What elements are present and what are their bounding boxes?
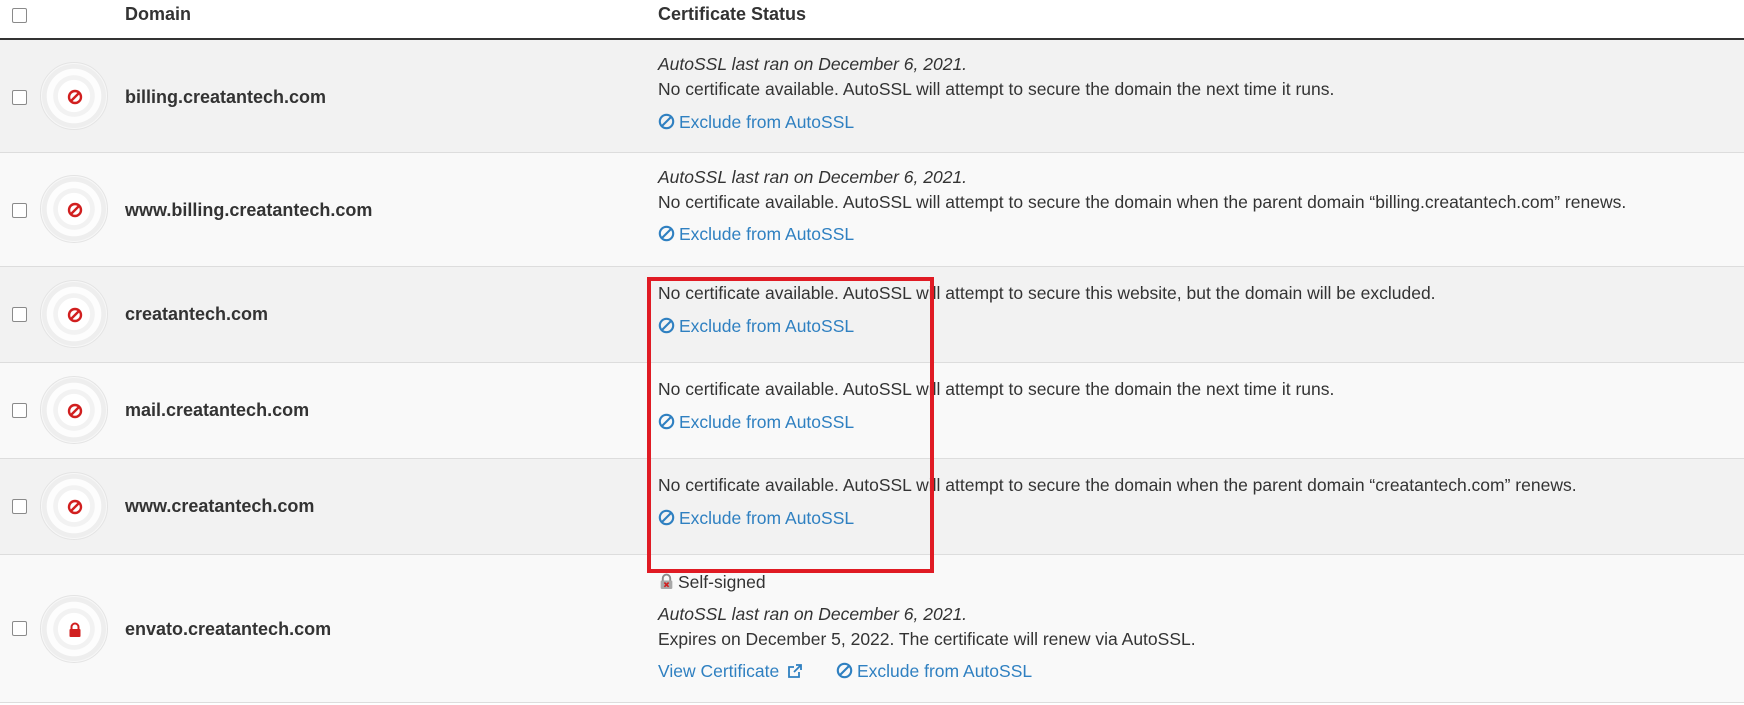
- autossl-last-ran: AutoSSL last ran on December 6, 2021.: [658, 167, 968, 187]
- certificate-message: Expires on December 5, 2022. The certifi…: [658, 629, 1196, 649]
- exclude-from-autossl-link[interactable]: Exclude from AutoSSL: [836, 661, 1032, 682]
- no-entry-icon: [67, 89, 83, 105]
- table-header: Domain Certificate Status: [0, 0, 1744, 40]
- exclude-icon: [658, 225, 675, 242]
- row-checkbox[interactable]: [12, 307, 27, 322]
- status-indicator: [40, 62, 108, 130]
- exclude-icon: [658, 113, 675, 130]
- row-checkbox[interactable]: [12, 90, 27, 105]
- domain-name: billing.creatantech.com: [125, 87, 327, 107]
- certificate-type-label: Self-signed: [678, 572, 766, 592]
- status-indicator: [40, 376, 108, 444]
- certificate-message: No certificate available. AutoSSL will a…: [658, 192, 1627, 212]
- autossl-last-ran: AutoSSL last ran on December 6, 2021.: [658, 54, 968, 74]
- domain-name: www.billing.creatantech.com: [125, 200, 373, 220]
- no-entry-icon: [67, 307, 83, 323]
- view-certificate-link[interactable]: View Certificate: [658, 661, 803, 682]
- exclude-link-label: Exclude from AutoSSL: [857, 661, 1033, 681]
- external-link-icon: [788, 664, 803, 678]
- domain-name: www.creatantech.com: [125, 496, 315, 516]
- highlight-annotation-box: [647, 277, 934, 573]
- status-indicator: [40, 175, 108, 243]
- row-checkbox[interactable]: [12, 203, 27, 218]
- exclude-link-label: Exclude from AutoSSL: [679, 112, 855, 132]
- table-row: billing.creatantech.com AutoSSL last ran…: [0, 40, 1744, 153]
- no-entry-icon: [67, 403, 83, 419]
- table-row: www.billing.creatantech.com AutoSSL last…: [0, 153, 1744, 267]
- row-checkbox[interactable]: [12, 621, 27, 636]
- certificate-message: No certificate available. AutoSSL will a…: [658, 79, 1335, 99]
- status-indicator: [40, 595, 108, 663]
- status-indicator: [40, 472, 108, 540]
- domain-name: mail.creatantech.com: [125, 400, 310, 420]
- lock-icon: [69, 622, 81, 637]
- domain-name: creatantech.com: [125, 304, 269, 324]
- no-entry-icon: [67, 202, 83, 218]
- autossl-last-ran: AutoSSL last ran on December 6, 2021.: [658, 604, 968, 624]
- self-signed-lock-icon: [660, 573, 673, 589]
- domain-name: envato.creatantech.com: [125, 619, 332, 639]
- table-row: envato.creatantech.com Self-signed AutoS…: [0, 555, 1744, 703]
- certificate-status-column-header[interactable]: Certificate Status: [658, 4, 806, 25]
- exclude-icon: [836, 662, 853, 679]
- view-certificate-label: View Certificate: [658, 661, 780, 681]
- row-checkbox[interactable]: [12, 403, 27, 418]
- domain-column-header[interactable]: Domain: [125, 4, 191, 25]
- exclude-from-autossl-link[interactable]: Exclude from AutoSSL: [658, 112, 854, 133]
- row-checkbox[interactable]: [12, 499, 27, 514]
- status-indicator: [40, 280, 108, 348]
- select-all-checkbox[interactable]: [12, 8, 27, 23]
- exclude-from-autossl-link[interactable]: Exclude from AutoSSL: [658, 224, 854, 245]
- certificate-type: Self-signed: [658, 572, 766, 593]
- exclude-link-label: Exclude from AutoSSL: [679, 224, 855, 244]
- no-entry-icon: [67, 499, 83, 515]
